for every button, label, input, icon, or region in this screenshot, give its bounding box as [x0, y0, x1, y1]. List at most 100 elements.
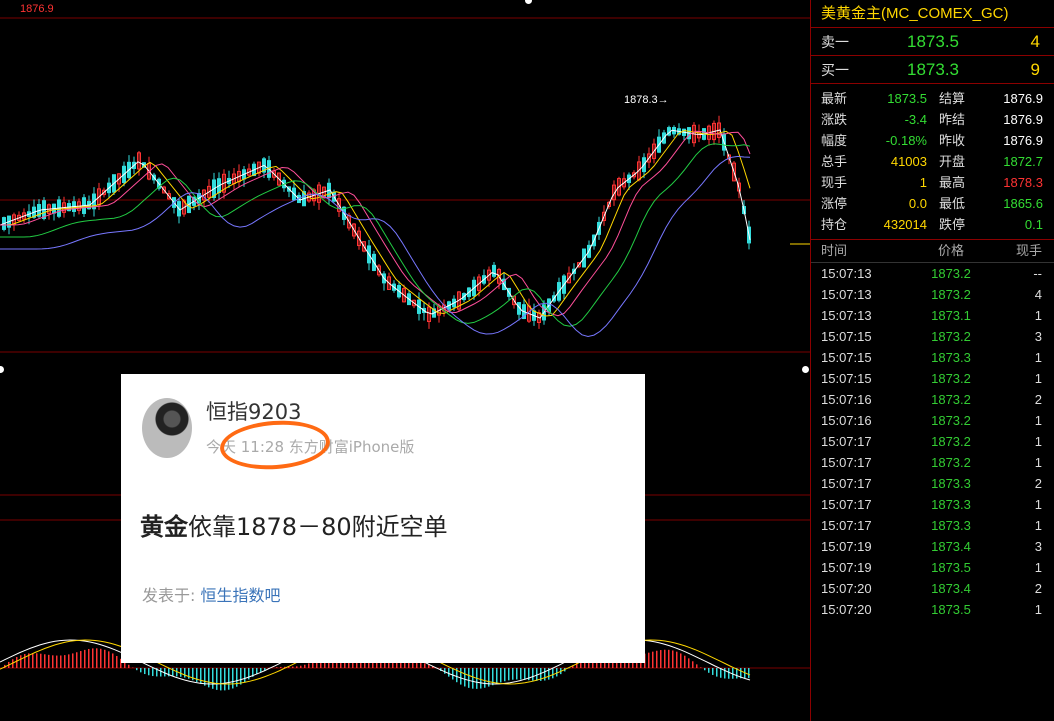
macd-bar	[116, 655, 118, 668]
ask-label: 卖一	[821, 33, 849, 50]
ticks-list[interactable]: 15:07:13 1873.2 -- 15:07:13 1873.2 4 15:07:13 1…	[811, 263, 1054, 620]
ticks-header: 时间 价格 现手	[811, 240, 1054, 263]
macd-bar	[728, 668, 730, 679]
stat-label: 结算	[939, 91, 966, 106]
tick-price: 1873.2	[931, 392, 971, 407]
moving-average-line	[0, 129, 751, 317]
stat-value: 1876.9	[1003, 112, 1043, 127]
macd-bar	[696, 664, 698, 668]
tick-volume: 1	[1034, 518, 1042, 533]
macd-bar	[292, 666, 294, 668]
tick-volume: 1	[1034, 371, 1042, 386]
macd-bar	[48, 654, 50, 668]
stat-value: 1	[919, 175, 927, 190]
macd-bar	[100, 648, 102, 668]
macd-bar	[672, 650, 674, 668]
stats-row: 持仓 432014 跌停 0.1	[811, 214, 1054, 235]
stat-label: 跌停	[939, 217, 966, 232]
resize-handle[interactable]	[802, 366, 809, 373]
ticks-header-price: 价格	[937, 243, 964, 258]
macd-bar	[44, 654, 46, 668]
tick-row: 15:07:20 1873.5 1	[811, 599, 1054, 620]
stats-row: 最新 1873.5 结算 1876.9	[811, 88, 1054, 109]
macd-bar	[136, 668, 138, 671]
bid-price: 1873.3	[907, 59, 959, 79]
tick-price: 1873.3	[931, 497, 971, 512]
macd-bar	[676, 651, 678, 668]
tick-volume: 1	[1034, 602, 1042, 617]
stat-value: 0.0	[908, 196, 927, 211]
macd-bar	[68, 654, 70, 668]
macd-bar	[36, 653, 38, 668]
macd-bar	[664, 649, 666, 668]
post-card[interactable]: 恒指9203 今天 11:28 东方财富iPhone版 黄金依靠1878－80附…	[121, 374, 645, 663]
macd-bar	[304, 664, 306, 668]
macd-bar	[484, 668, 486, 688]
macd-bar	[208, 668, 210, 688]
macd-bar	[220, 668, 222, 691]
tick-row: 15:07:16 1873.2 2	[811, 389, 1054, 410]
ask-row: 卖一 1873.5 4	[811, 28, 1054, 56]
stat-value: 432014	[883, 217, 927, 232]
tick-volume: 2	[1034, 581, 1042, 596]
stat-label: 昨结	[939, 112, 966, 127]
macd-bar	[72, 653, 74, 668]
macd-bar	[276, 667, 278, 668]
stat-value: 1876.9	[1003, 133, 1043, 148]
tick-time: 15:07:13	[821, 308, 872, 323]
macd-bar	[56, 655, 58, 668]
macd-bar	[244, 668, 246, 683]
macd-bar	[748, 668, 750, 679]
macd-bar	[420, 662, 422, 668]
macd-bar	[32, 653, 34, 668]
macd-bar	[544, 668, 546, 681]
tick-row: 15:07:19 1873.4 3	[811, 536, 1054, 557]
stat-value: 0.1	[1024, 217, 1043, 232]
moving-average-line	[0, 129, 751, 319]
tick-price: 1873.2	[931, 371, 971, 386]
stat-value: 41003	[890, 154, 927, 169]
stat-label: 昨收	[939, 133, 966, 148]
ask-price: 1873.5	[907, 31, 959, 51]
candle-body	[492, 264, 496, 277]
high-marker-label: 1878.3→	[624, 94, 669, 106]
stat-label: 现手	[821, 175, 848, 190]
macd-bar	[552, 668, 554, 679]
stat-label: 最新	[821, 91, 848, 106]
avatar[interactable]	[142, 398, 192, 458]
tick-time: 15:07:20	[821, 581, 872, 596]
ticks-header-volume: 现手	[1015, 243, 1042, 258]
macd-bar	[232, 668, 234, 689]
tick-time: 15:07:15	[821, 371, 872, 386]
tick-time: 15:07:13	[821, 287, 872, 302]
bid-row: 买一 1873.3 9	[811, 56, 1054, 84]
macd-bar	[504, 668, 506, 682]
tick-volume: 3	[1034, 539, 1042, 554]
tick-volume: 3	[1034, 329, 1042, 344]
stats-row: 总手 41003 开盘 1872.7	[811, 151, 1054, 172]
macd-bar	[148, 668, 150, 676]
macd-bar	[16, 657, 18, 668]
tick-price: 1873.5	[931, 560, 971, 575]
forum-link[interactable]: 恒生指数吧	[201, 586, 281, 605]
macd-bar	[680, 653, 682, 668]
tick-row: 15:07:17 1873.3 1	[811, 515, 1054, 536]
tick-price: 1873.2	[931, 455, 971, 470]
macd-bar	[84, 649, 86, 668]
macd-bar	[152, 668, 154, 677]
macd-bar	[224, 668, 226, 691]
instrument-title: 美黄金主(MC_COMEX_GC)	[811, 0, 1054, 28]
macd-bar	[700, 667, 702, 668]
macd-bar	[652, 651, 654, 668]
macd-bar	[228, 668, 230, 690]
tick-volume: 4	[1034, 287, 1042, 302]
macd-bar	[464, 668, 466, 687]
macd-bar	[452, 668, 454, 680]
tick-time: 15:07:19	[821, 560, 872, 575]
stat-label: 最低	[939, 196, 966, 211]
stat-value: -0.18%	[885, 133, 927, 148]
stat-label: 涨跌	[821, 112, 848, 127]
tick-volume: 1	[1034, 560, 1042, 575]
macd-bar	[496, 668, 498, 684]
macd-bar	[724, 668, 726, 679]
